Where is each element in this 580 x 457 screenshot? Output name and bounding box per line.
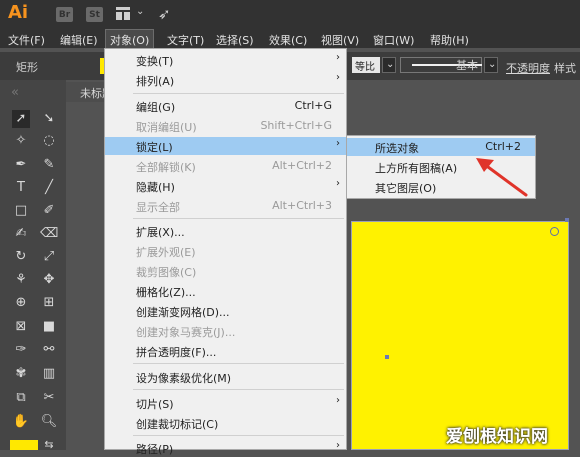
chevron-right-icon: ›: [336, 138, 340, 149]
menu-divider: [133, 93, 344, 94]
bridge-icon[interactable]: Br: [56, 7, 73, 22]
menu-item-path[interactable]: 路径(P) ›: [105, 439, 346, 457]
menu-item-hide[interactable]: 隐藏(H) ›: [105, 177, 346, 195]
shape-builder-icon[interactable]: ⊕: [12, 294, 30, 312]
swap-colors-icon[interactable]: ⇆: [40, 436, 58, 454]
arrange-documents-icon[interactable]: [116, 7, 130, 20]
tools-panel: « ➚ ➘ ✧ ◌ ✒ ✎ T ╱ □ ✐ ✍ ⌫ ↻ ⤢ ⚘ ✥ ⊕ ⊞ ⊠ …: [0, 80, 66, 451]
menu-item-group[interactable]: 编组(G) Ctrl+G: [105, 97, 346, 115]
menu-view[interactable]: 视图(V): [321, 32, 359, 48]
chevron-right-icon: ›: [336, 395, 340, 406]
illustrator-logo: Ai: [8, 2, 29, 23]
menu-item-ungroup[interactable]: 取消编组(U) Shift+Ctrl+G: [105, 117, 346, 135]
lasso-icon[interactable]: ◌: [40, 132, 58, 150]
line-tool-icon[interactable]: ╱: [40, 179, 58, 197]
fill-color-indicator[interactable]: [10, 440, 38, 450]
graph-tool-icon[interactable]: ▥: [40, 365, 58, 383]
chevron-down-icon[interactable]: ⌄: [136, 6, 144, 17]
menu-edit[interactable]: 编辑(E): [60, 32, 98, 48]
opacity-label[interactable]: 不透明度: [506, 60, 550, 76]
menu-item-slice[interactable]: 切片(S) ›: [105, 394, 346, 412]
watermark: 爱刨根知识网: [446, 427, 548, 447]
app-bar: Ai Br St ⌄ ➶: [0, 0, 580, 30]
hand-tool-icon[interactable]: ✋: [12, 413, 30, 431]
chevron-right-icon: ›: [336, 72, 340, 83]
magic-wand-icon[interactable]: ✧: [12, 132, 30, 150]
center-point: [385, 355, 389, 359]
menu-divider: [133, 218, 344, 219]
shape-label: 矩形: [16, 61, 38, 74]
menu-item-transform[interactable]: 变换(T) ›: [105, 51, 346, 69]
stock-icon[interactable]: St: [86, 7, 103, 22]
menu-select[interactable]: 选择(S): [216, 32, 254, 48]
menu-bar: 文件(F) 编辑(E) 对象(O) 文字(T) 选择(S) 效果(C) 视图(V…: [0, 29, 580, 51]
direct-selection-tool-icon[interactable]: ➘: [40, 110, 58, 128]
stroke-style-label: 基本: [456, 59, 478, 72]
chevron-down-icon[interactable]: ⌄: [382, 57, 396, 73]
menu-type[interactable]: 文字(T): [167, 32, 204, 48]
scale-tool-icon[interactable]: ⤢: [40, 248, 58, 266]
chevron-down-icon[interactable]: ⌄: [484, 57, 498, 73]
selection-tool-icon[interactable]: ➚: [12, 110, 30, 128]
menu-file[interactable]: 文件(F): [8, 32, 45, 48]
rotate-tool-icon[interactable]: ↻: [12, 248, 30, 266]
zoom-tool-icon[interactable]: 🔍︎: [40, 413, 58, 431]
rocket-icon[interactable]: ➶: [158, 5, 171, 23]
menu-item-pixel-perfect[interactable]: 设为像素级优化(M): [105, 368, 346, 386]
object-menu: 变换(T) › 排列(A) › 编组(G) Ctrl+G 取消编组(U) Shi…: [104, 48, 347, 456]
menu-item-expand[interactable]: 扩展(X)...: [105, 222, 346, 240]
corner-widget[interactable]: [550, 227, 559, 236]
paintbrush-icon[interactable]: ✐: [40, 202, 58, 220]
menu-item-unlock-all[interactable]: 全部解锁(K) Alt+Ctrl+2: [105, 157, 346, 175]
style-label[interactable]: 样式: [554, 60, 576, 76]
warp-tool-icon[interactable]: ⚘: [12, 271, 30, 289]
menu-item-rasterize[interactable]: 栅格化(Z)...: [105, 282, 346, 300]
chevron-right-icon: ›: [336, 178, 340, 189]
symbol-sprayer-icon[interactable]: ✾: [12, 365, 30, 383]
rectangle-tool-icon[interactable]: □: [12, 202, 30, 220]
eraser-icon[interactable]: ⌫: [40, 225, 58, 243]
selection-bounding-box: [351, 221, 569, 450]
menu-object[interactable]: 对象(O): [104, 29, 155, 51]
menu-item-expand-appearance[interactable]: 扩展外观(E): [105, 242, 346, 260]
chevron-right-icon: ›: [336, 52, 340, 63]
menu-item-show-all[interactable]: 显示全部 Alt+Ctrl+3: [105, 197, 346, 215]
artboard-tool-icon[interactable]: ⧉: [12, 389, 30, 407]
slice-tool-icon[interactable]: ✂: [40, 389, 58, 407]
curvature-tool-icon[interactable]: ✎: [40, 156, 58, 174]
blend-dropdown[interactable]: 等比: [352, 57, 380, 73]
type-tool-icon[interactable]: T: [12, 179, 30, 197]
blend-tool-icon[interactable]: ⚯: [40, 341, 58, 359]
menu-item-crop-marks[interactable]: 创建裁切标记(C): [105, 414, 346, 432]
eyedropper-icon[interactable]: ✑: [12, 341, 30, 359]
menu-effect[interactable]: 效果(C): [269, 32, 307, 48]
puppet-warp-icon[interactable]: ✥: [40, 271, 58, 289]
menu-item-arrange[interactable]: 排列(A) ›: [105, 71, 346, 89]
menu-item-gradient-mesh[interactable]: 创建渐变网格(D)...: [105, 302, 346, 320]
gradient-tool-icon[interactable]: ■: [40, 318, 58, 336]
menu-window[interactable]: 窗口(W): [373, 32, 414, 48]
chevron-right-icon: ›: [336, 440, 340, 451]
shaper-tool-icon[interactable]: ✍: [12, 225, 30, 243]
perspective-grid-icon[interactable]: ⊞: [40, 294, 58, 312]
menu-item-flatten-transparency[interactable]: 拼合透明度(F)...: [105, 342, 346, 360]
pen-tool-icon[interactable]: ✒: [12, 156, 30, 174]
menu-item-object-mosaic[interactable]: 创建对象马赛克(J)...: [105, 322, 346, 340]
panel-collapse-icon[interactable]: «: [6, 84, 24, 102]
resize-handle[interactable]: [565, 218, 569, 222]
menu-item-lock[interactable]: 锁定(L) ›: [105, 137, 346, 155]
menu-help[interactable]: 帮助(H): [430, 32, 469, 48]
menu-divider: [133, 363, 344, 364]
menu-item-crop-image[interactable]: 裁剪图像(C): [105, 262, 346, 280]
menu-divider: [133, 389, 344, 390]
menu-divider: [133, 435, 344, 436]
annotation-arrow-icon: [476, 158, 528, 197]
mesh-tool-icon[interactable]: ⊠: [12, 318, 30, 336]
